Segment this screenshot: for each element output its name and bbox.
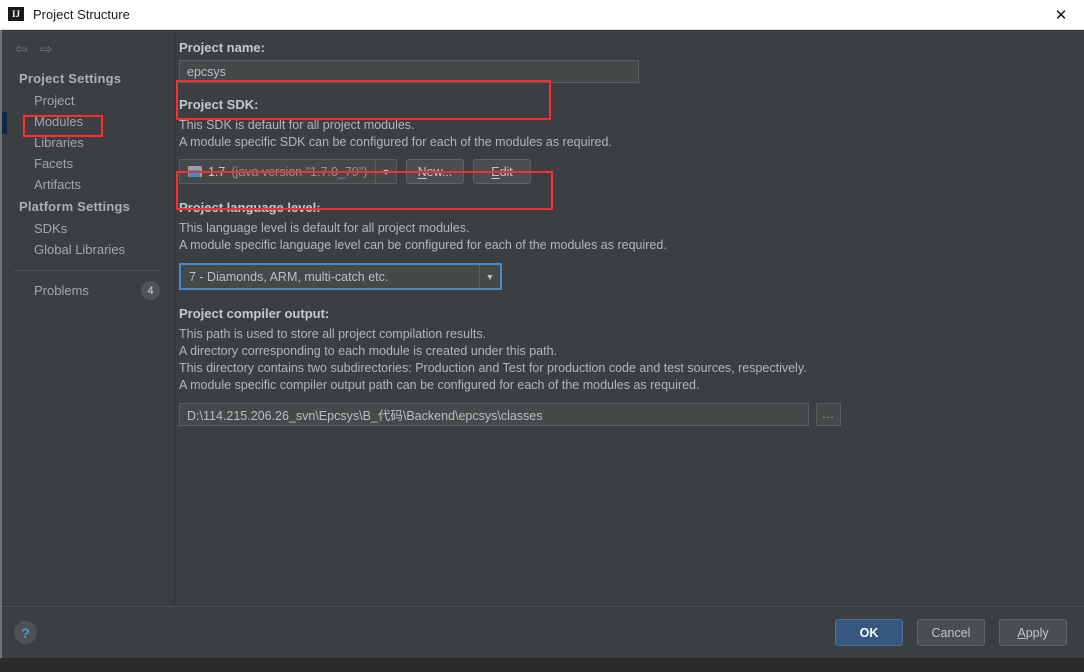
window-left-border [0,30,2,658]
window-title: Project Structure [33,7,130,22]
edit-sdk-button-label-rest: dit [499,164,513,179]
compiler-output-desc-4: A module specific compiler output path c… [179,378,700,392]
intellij-idea-icon: IJ [8,6,24,23]
project-name-block: Project name: epcsys [179,40,1066,83]
problems-count-badge: 4 [141,281,160,300]
compiler-output-block: Project compiler output: This path is us… [179,306,1066,426]
project-sdk-desc-2: A module specific SDK can be configured … [179,135,612,149]
sidebar-item-project[interactable]: Project [0,90,174,111]
language-level-label: Project language level: [179,200,321,215]
folder-icon [188,165,202,178]
dialog-body: ⇦ ⇨ Project Settings Project Modules Lib… [0,30,1084,606]
desktop-background [0,658,1084,672]
new-sdk-button-label-rest: ew... [426,164,453,179]
sidebar-item-modules[interactable]: Modules [0,111,174,132]
project-sdk-desc-1: This SDK is default for all project modu… [179,118,415,132]
sidebar-group-project-settings: Project Settings [19,71,122,86]
settings-sidebar: ⇦ ⇨ Project Settings Project Modules Lib… [0,30,175,606]
compiler-output-label: Project compiler output: [179,306,330,321]
sidebar-item-libraries[interactable]: Libraries [0,132,174,153]
cancel-button[interactable]: Cancel [917,619,985,646]
project-sdk-combo[interactable]: 1.7 (java version "1.7.0_79") ▼ [179,159,397,184]
sidebar-group-platform-settings: Platform Settings [19,199,131,214]
language-level-block: Project language level: This language le… [179,200,1066,290]
project-sdk-label: Project SDK: [179,97,259,112]
project-name-label: Project name: [179,40,265,55]
chevron-down-icon[interactable]: ▼ [375,160,396,183]
language-level-combo[interactable]: 7 - Diamonds, ARM, multi-catch etc. ▼ [179,263,502,290]
project-sdk-version: 1.7 [208,164,226,179]
compiler-output-desc-2: A directory corresponding to each module… [179,344,557,358]
navigation-arrows: ⇦ ⇨ [0,39,174,67]
sidebar-item-facets[interactable]: Facets [0,153,174,174]
project-sdk-block: Project SDK: This SDK is default for all… [179,97,1066,184]
ok-button[interactable]: OK [835,619,903,646]
project-sdk-version-detail: (java version "1.7.0_79") [231,164,368,179]
edit-sdk-button[interactable]: Edit [473,159,531,184]
close-icon[interactable]: ✕ [1038,0,1084,30]
problems-label: Problems [34,283,89,298]
sidebar-item-problems[interactable]: Problems 4 [0,279,174,302]
help-icon[interactable]: ? [14,621,37,644]
compiler-output-input[interactable]: D:\114.215.206.26_svn\Epcsys\B_代码\Backen… [179,403,809,426]
project-structure-dialog: IJ Project Structure ✕ ⇦ ⇨ Project Setti… [0,0,1084,658]
browse-button[interactable]: ... [816,403,841,426]
project-name-input[interactable]: epcsys [179,60,639,83]
apply-button-label-rest: pply [1025,625,1049,640]
project-settings-panel: Project name: epcsys Project SDK: This S… [175,30,1084,606]
sidebar-divider [14,270,160,271]
title-bar: IJ Project Structure ✕ [0,0,1084,30]
dialog-footer: ? OK Cancel Apply [0,606,1084,658]
forward-arrow-icon[interactable]: ⇨ [40,42,53,57]
compiler-output-desc-1: This path is used to store all project c… [179,327,487,341]
sidebar-item-artifacts[interactable]: Artifacts [0,174,174,195]
sidebar-item-sdks[interactable]: SDKs [0,218,174,239]
project-sdk-value: 1.7 (java version "1.7.0_79") [180,165,375,179]
language-level-desc-1: This language level is default for all p… [179,221,470,235]
compiler-output-desc-3: This directory contains two subdirectori… [179,361,807,375]
apply-button[interactable]: Apply [999,619,1067,646]
language-level-value: 7 - Diamonds, ARM, multi-catch etc. [189,269,389,284]
chevron-down-icon[interactable]: ▼ [479,265,500,288]
footer-button-group: OK Cancel Apply [835,619,1067,646]
sidebar-item-global-libraries[interactable]: Global Libraries [0,239,174,260]
new-sdk-button[interactable]: New... [406,159,464,184]
back-arrow-icon[interactable]: ⇦ [15,42,28,57]
language-level-desc-2: A module specific language level can be … [179,238,667,252]
